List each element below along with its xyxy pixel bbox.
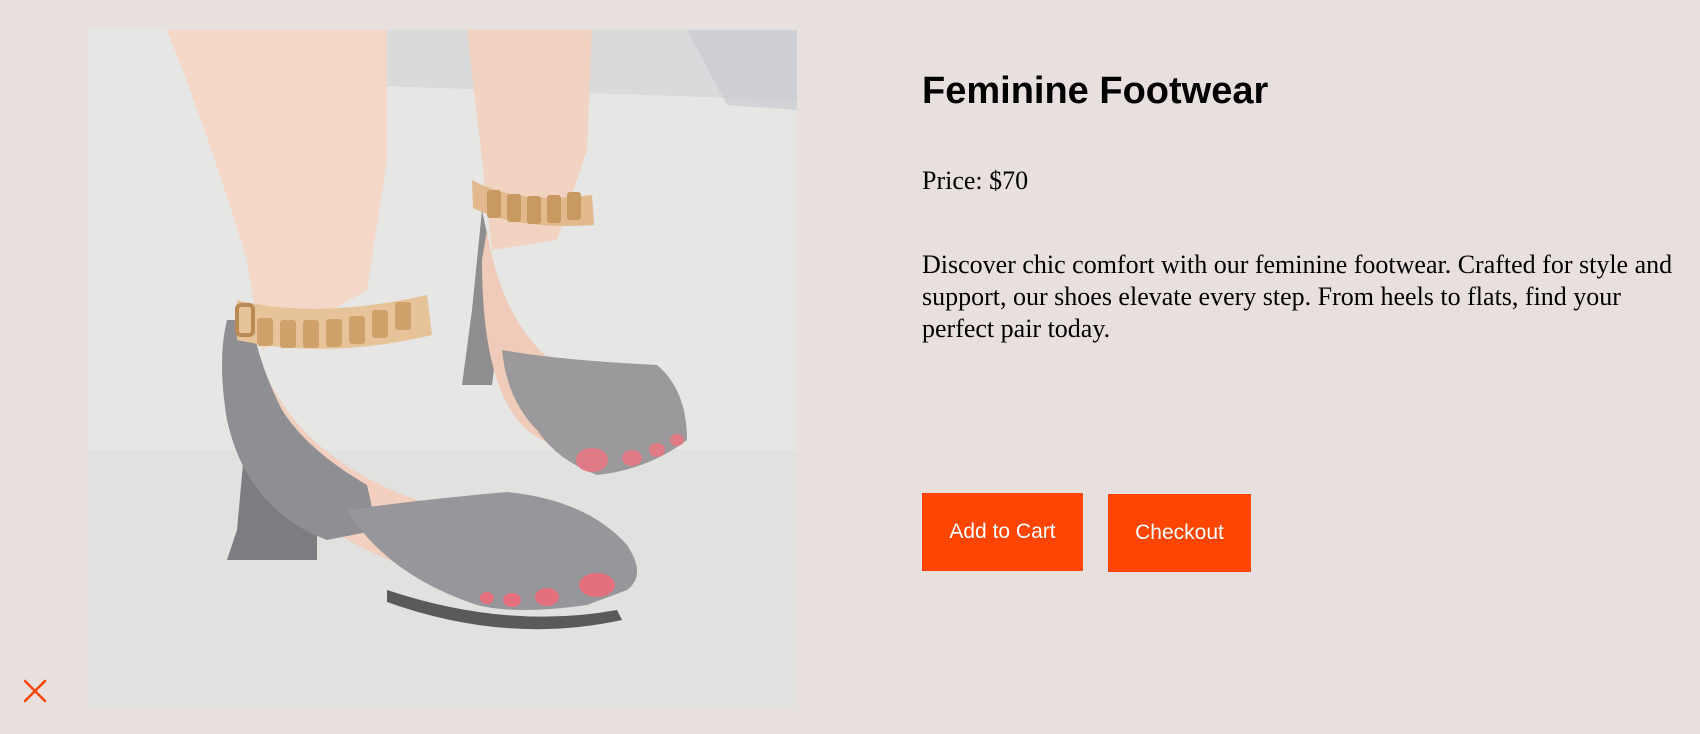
checkout-button[interactable]: Checkout bbox=[1108, 494, 1251, 572]
add-to-cart-button[interactable]: Add to Cart bbox=[922, 493, 1083, 571]
product-title: Feminine Footwear bbox=[922, 70, 1269, 112]
close-button[interactable] bbox=[22, 678, 48, 704]
product-description: Discover chic comfort with our feminine … bbox=[922, 250, 1673, 343]
product-price: Price: $70 bbox=[922, 166, 1029, 195]
product-image bbox=[87, 30, 797, 707]
sandal-illustration bbox=[87, 30, 797, 707]
close-icon bbox=[23, 679, 47, 703]
